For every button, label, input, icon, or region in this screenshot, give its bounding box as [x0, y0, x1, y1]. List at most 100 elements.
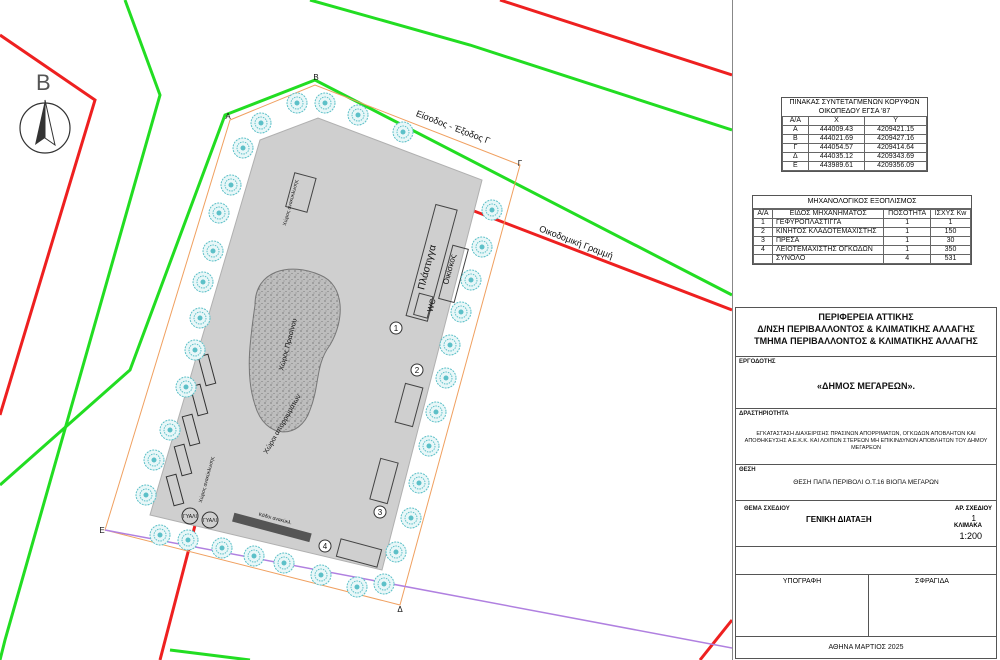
tree-icon	[177, 529, 199, 551]
table-cell: 30	[930, 236, 971, 246]
vertex-d: Δ	[397, 605, 403, 614]
tree-icon	[202, 240, 224, 262]
tree-icon	[439, 334, 461, 356]
table-header-row: Α/Α X Y	[782, 116, 927, 126]
stamp-label: ΣΦΡΑΓΙΔΑ	[915, 578, 949, 585]
table-row: 1 ΓΕΦΥΡΟΠΛΑΣΤΙΓΓΑ 1 1	[753, 218, 971, 228]
table-header-cell: Α/Α	[753, 209, 773, 219]
tree-icon	[460, 269, 482, 291]
signature-section: ΥΠΟΓΡΑΦΗ ΣΦΡΑΓΙΔΑ	[736, 574, 996, 636]
authority-line-2: Δ/ΝΣΗ ΠΕΡΙΒΑΛΛΟΝΤΟΣ & ΚΛΙΜΑΤΙΚΗΣ ΑΛΛΑΓΗΣ	[757, 324, 975, 334]
tree-icon	[471, 236, 493, 258]
activity-section: ΔΡΑΣΤΗΡΙΟΤΗΤΑ ΕΓΚΑΤΑΣΤΑΣΗ ΔΙΑΧΕΙΡΙΣΗΣ ΠΡ…	[736, 408, 996, 464]
table-header-cell: Y	[864, 116, 927, 126]
table-cell	[753, 254, 773, 264]
tank-2-label: ΓΥΑΛΙ	[203, 518, 217, 524]
table-cell: Ε	[782, 161, 809, 171]
owner-value: «ΔΗΜΟΣ ΜΕΓΑΡΕΩΝ».	[816, 381, 916, 391]
owner-section: ΕΡΓΟΔΟΤΗΣ «ΔΗΜΟΣ ΜΕΓΑΡΕΩΝ».	[736, 356, 996, 408]
tank-1-label: ΓΥΑΛΙ	[183, 514, 197, 520]
table-cell: 4209356.09	[864, 161, 927, 171]
coords-title-2: ΟΙΚΟΠΕΔΟΥ ΕΓΣΑ '87	[818, 108, 891, 115]
north-letter: B	[36, 70, 51, 95]
table-cell: 4209421.15	[864, 125, 927, 135]
table-cell: 1	[930, 218, 971, 228]
tree-icon	[450, 301, 472, 323]
tree-icon	[310, 564, 332, 586]
table-cell: ΣΥΝΟΛΟ	[771, 254, 885, 264]
authority-line-3: ΤΜΗΜΑ ΠΕΡΙΒΑΛΛΟΝΤΟΣ & ΚΛΙΜΑΤΙΚΗΣ ΑΛΛΑΓΗΣ	[754, 336, 978, 346]
title-block: ΠΕΡΙΦΕΡΕΙΑ ΑΤΤΙΚΗΣ Δ/ΝΣΗ ΠΕΡΙΒΑΛΛΟΝΤΟΣ &…	[735, 307, 997, 659]
tree-icon	[385, 541, 407, 563]
tree-icon	[418, 435, 440, 457]
table-cell: 4209427.16	[864, 134, 927, 144]
subject-label: ΘΕΜΑ ΣΧΕΔΙΟΥ	[744, 506, 790, 512]
table-cell: ΚΙΝΗΤΟΣ ΚΛΑΔΟΤΕΜΑΧΙΣΤΗΣ	[771, 227, 885, 237]
owner-label: ΕΡΓΟΔΟΤΗΣ	[739, 359, 776, 365]
activity-label: ΔΡΑΣΤΗΡΙΟΤΗΤΑ	[739, 411, 789, 417]
table-cell: ΠΡΕΣΑ	[771, 236, 885, 246]
purple-line	[104, 529, 732, 649]
tree-icon	[373, 573, 395, 595]
subject-value: ΓΕΝΙΚΗ ΔΙΑΤΑΞΗ	[806, 515, 872, 524]
table-row: Β 444021.69 4209427.16	[782, 134, 927, 144]
table-cell: 443989.61	[807, 161, 866, 171]
table-header-cell: X	[807, 116, 866, 126]
table-header-cell: ΕΙΔΟΣ ΜΗΧΑΝΗΜΑΤΟΣ	[771, 209, 885, 219]
table-cell: ΓΕΦΥΡΟΠΛΑΣΤΙΓΓΑ	[771, 218, 885, 228]
table-cell: 1	[883, 227, 931, 237]
machine-number: 1	[394, 324, 399, 333]
coords-table: ΠΙΝΑΚΑΣ ΣΥΝΤΕΤΑΓΜΕΝΩΝ ΚΟΡΥΦΩΝ ΟΙΚΟΠΕΔΟΥ …	[781, 97, 928, 172]
coords-title-1: ΠΙΝΑΚΑΣ ΣΥΝΤΕΤΑΓΜΕΝΩΝ ΚΟΡΥΦΩΝ	[789, 99, 920, 106]
table-cell: 1	[883, 236, 931, 246]
tree-icon	[208, 202, 230, 224]
location-value: ΘΕΣΗ ΠΑΠΑ ΠΕΡΙΒΟΛΙ Ο.Τ.16 ΒΙΟΠΑ ΜΕΓΑΡΩΝ	[793, 479, 939, 486]
subject-section: ΘΕΜΑ ΣΧΕΔΙΟΥ ΓΕΝΙΚΗ ΔΙΑΤΑΞΗ ΑΡ. ΣΧΕΔΙΟΥ …	[736, 500, 996, 546]
vertex-a: A	[225, 112, 231, 121]
table-cell: Β	[782, 134, 809, 144]
tree-icon	[184, 339, 206, 361]
tree-icon	[481, 199, 503, 221]
tree-icon	[189, 307, 211, 329]
drawing-no-value: 1	[971, 514, 976, 523]
table-cell: 444035.12	[807, 152, 866, 162]
drawing-no-label: ΑΡ. ΣΧΕΔΙΟΥ	[955, 506, 992, 512]
tree-icon	[143, 449, 165, 471]
equipment-title: ΜΗΧΑΝΟΛΟΓΙΚΟΣ ΕΞΟΠΛΙΣΜΟΣ	[753, 196, 971, 209]
table-header-cell: Α/Α	[782, 116, 809, 126]
entrance-label: Είσοδος - Έξοδος Γ	[415, 108, 492, 146]
machine-number: 4	[323, 542, 328, 551]
table-cell: 1	[883, 218, 931, 228]
vertex-b: B	[313, 73, 318, 82]
signature-label: ΥΠΟΓΡΑΦΗ	[782, 578, 822, 585]
table-cell: 2	[753, 227, 773, 237]
tree-icon	[149, 524, 171, 546]
tree-icon	[135, 484, 157, 506]
tree-icon	[192, 271, 214, 293]
table-cell: 4209414.64	[864, 143, 927, 153]
table-header-row: Α/Α ΕΙΔΟΣ ΜΗΧΑΝΗΜΑΤΟΣ ΠΟΣΟΤΗΤΑ ΙΣΧΥΣ Kw	[753, 209, 971, 219]
table-cell: Α	[782, 125, 809, 135]
place-date: ΑΘΗΝΑ ΜΑΡΤΙΟΣ 2025	[828, 644, 904, 651]
table-row: 2 ΚΙΝΗΤΟΣ ΚΛΑΔΟΤΕΜΑΧΙΣΤΗΣ 1 150	[753, 227, 971, 237]
tree-icon	[400, 507, 422, 529]
date-section: ΑΘΗΝΑ ΜΑΡΤΙΟΣ 2025	[736, 636, 996, 660]
building-line-red-top	[499, 0, 732, 77]
table-cell: 1	[753, 218, 773, 228]
table-row: 3 ΠΡΕΣΑ 1 30	[753, 236, 971, 246]
tree-icon	[314, 92, 336, 114]
table-header-cell: ΠΟΣΟΤΗΤΑ	[883, 209, 931, 219]
tree-icon	[392, 121, 414, 143]
tree-icon	[250, 112, 272, 134]
tree-icon	[220, 174, 242, 196]
table-row: Γ 444054.57 4209414.64	[782, 143, 927, 153]
tree-icon	[211, 537, 233, 559]
vertex-e: E	[99, 526, 104, 535]
table-cell: 444021.69	[807, 134, 866, 144]
equipment-table: ΜΗΧΑΝΟΛΟΓΙΚΟΣ ΕΞΟΠΛΙΣΜΟΣ Α/Α ΕΙΔΟΣ ΜΗΧΑΝΗ…	[752, 195, 972, 265]
table-row: Α 444009.43 4209421.15	[782, 125, 927, 135]
table-cell: Γ	[782, 143, 809, 153]
table-cell: 1	[883, 245, 931, 255]
table-cell: 4	[883, 254, 931, 264]
tree-icon	[408, 472, 430, 494]
